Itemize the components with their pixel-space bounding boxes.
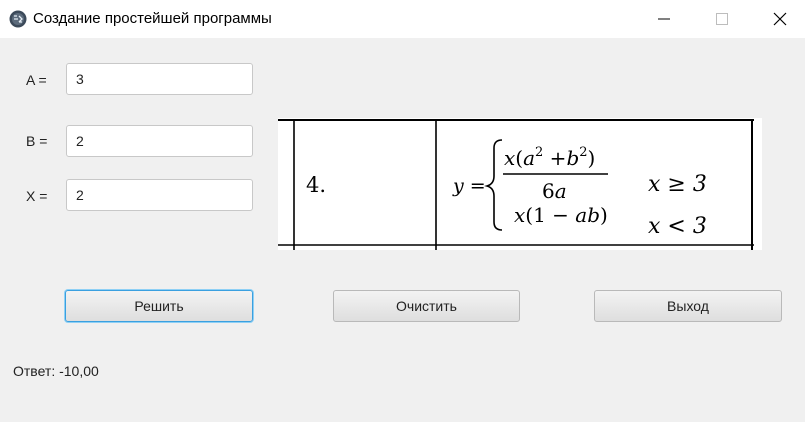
maximize-button[interactable] — [699, 0, 745, 38]
close-button[interactable] — [757, 0, 803, 38]
formula-number: 4. — [306, 173, 326, 197]
exit-button[interactable]: Выход — [594, 290, 782, 322]
condition-1: x ≥ 3 — [648, 172, 707, 197]
close-icon — [773, 12, 787, 26]
svg-text:x(1 − ab): x(1 − ab) — [514, 203, 608, 227]
maximize-icon — [716, 13, 728, 25]
minimize-button[interactable] — [641, 0, 687, 38]
svg-text:6a: 6a — [542, 179, 567, 203]
clear-button[interactable]: Очистить — [333, 290, 520, 322]
answer-label: Ответ: -10,00 — [13, 363, 99, 379]
input-b[interactable] — [66, 125, 253, 157]
app-window: Создание простейшей программы A = B = X … — [0, 0, 805, 422]
formula-lhs: y = — [452, 175, 486, 197]
label-a: A = — [26, 72, 47, 88]
label-x: X = — [26, 188, 48, 204]
java-app-icon — [9, 10, 27, 28]
input-x[interactable] — [66, 179, 253, 211]
svg-text:x(a2 +b2): x(a2 +b2) — [504, 145, 595, 170]
input-a[interactable] — [66, 63, 253, 95]
condition-2: x < 3 — [648, 214, 707, 239]
title-bar[interactable]: Создание простейшей программы — [0, 0, 805, 38]
minimize-icon — [658, 13, 670, 25]
window-title: Создание простейшей программы — [33, 10, 272, 27]
formula-image: 4. y = x(a2 +b2) 6a x(1 − ab) x ≥ 3 x < … — [278, 118, 762, 250]
solve-button[interactable]: Решить — [65, 290, 253, 322]
label-b: B = — [26, 133, 48, 149]
